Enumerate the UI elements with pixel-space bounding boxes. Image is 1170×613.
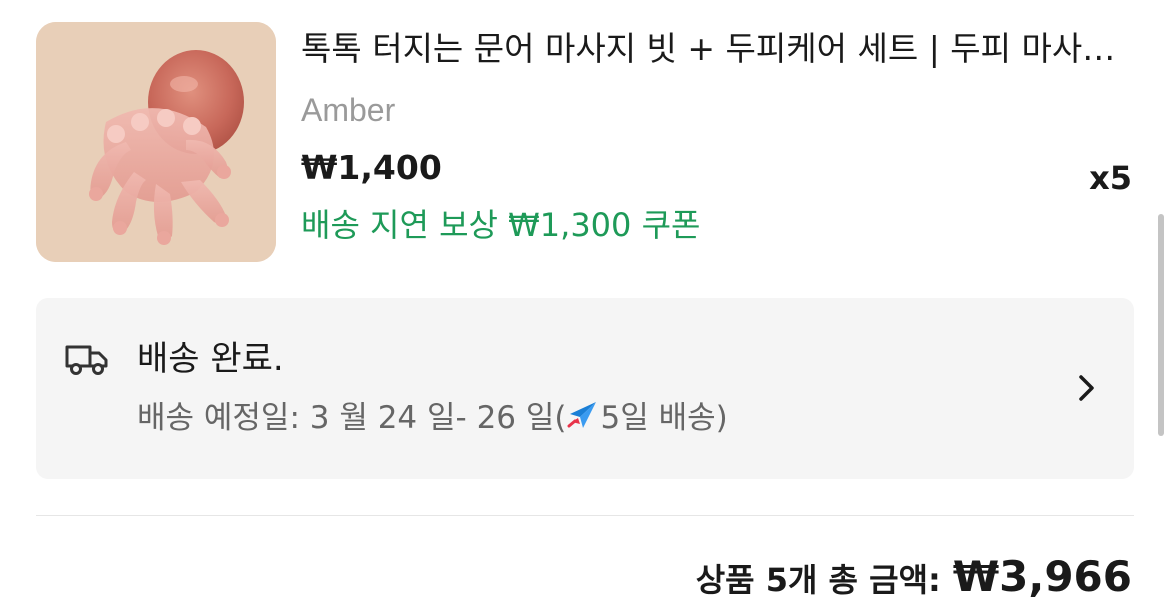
plane-icon bbox=[567, 402, 597, 428]
product-price: ₩1,400 bbox=[301, 148, 442, 187]
chevron-right-icon[interactable] bbox=[1076, 372, 1098, 404]
product-image[interactable] bbox=[36, 22, 276, 262]
delay-compensation-coupon: 배송 지연 보상 ₩1,300 쿠폰 bbox=[301, 206, 701, 244]
order-total: 상품 5개 총 금액: ₩3,966 bbox=[696, 550, 1132, 607]
product-variant: Amber bbox=[301, 92, 396, 128]
shipping-eta: 배송 예정일: 3 월 24 일- 26 일( 5일 배송) bbox=[137, 396, 728, 440]
product-title[interactable]: 톡톡 터지는 문어 마사지 빗 + 두피케어 세트 | 두피 마사지 빗 bbox=[301, 26, 1121, 72]
total-label: 상품 5개 총 금액: bbox=[695, 561, 941, 599]
total-amount: ₩3,966 bbox=[952, 552, 1132, 601]
shipping-status-card[interactable]: 배송 완료. 배송 예정일: 3 월 24 일- 26 일( 5일 배송) bbox=[36, 298, 1134, 479]
order-item-page: 톡톡 터지는 문어 마사지 빗 + 두피케어 세트 | 두피 마사지 빗 Amb… bbox=[0, 0, 1170, 613]
shipping-status-text: 배송 완료. bbox=[137, 339, 284, 379]
product-quantity: x5 bbox=[1089, 159, 1132, 197]
truck-icon bbox=[65, 345, 108, 375]
section-divider bbox=[36, 515, 1134, 516]
shipping-eta-days: 5일 배송) bbox=[600, 400, 728, 436]
shipping-eta-dates: 배송 예정일: 3 월 24 일- 26 일( bbox=[137, 400, 567, 436]
scrollbar-thumb[interactable] bbox=[1158, 214, 1164, 436]
octopus-massager-icon bbox=[36, 22, 276, 262]
